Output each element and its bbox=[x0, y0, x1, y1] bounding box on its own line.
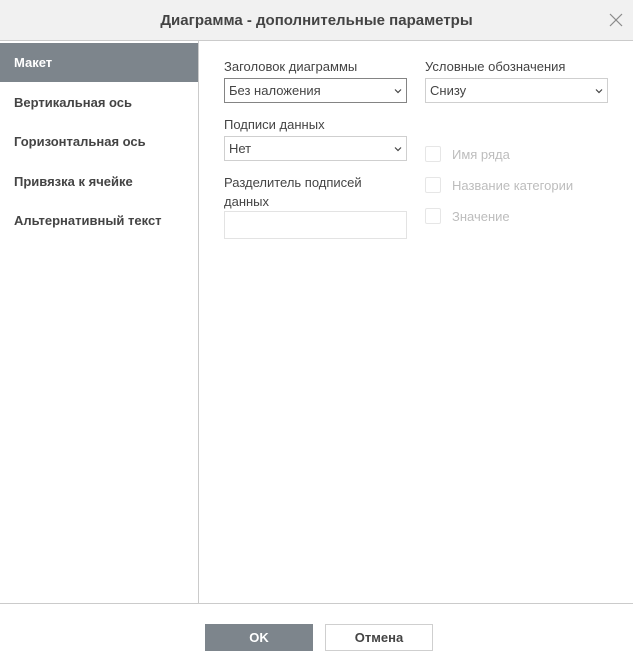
separator-label-line2: данных bbox=[224, 194, 270, 209]
checkbox-box[interactable] bbox=[425, 208, 441, 224]
chevron-down-icon bbox=[394, 89, 402, 94]
data-labels-select[interactable]: Нет bbox=[224, 136, 407, 161]
sidebar-item-alt-text[interactable]: Альтернативный текст bbox=[0, 201, 198, 240]
checkbox-box[interactable] bbox=[425, 146, 441, 162]
data-labels-value: Нет bbox=[229, 141, 252, 156]
chart-title-label: Заголовок диаграммы bbox=[224, 59, 358, 74]
checkbox-category-name-label: Название категории bbox=[452, 178, 574, 193]
dialog-title: Диаграмма - дополнительные параметры bbox=[160, 12, 473, 29]
close-button[interactable] bbox=[606, 11, 626, 31]
chart-title-value: Без наложения bbox=[229, 83, 321, 98]
cancel-button[interactable]: Отмена bbox=[325, 624, 433, 651]
settings-sidebar: Макет Вертикальная ось Горизонтальная ос… bbox=[0, 41, 199, 603]
data-labels-label: Подписи данных bbox=[224, 117, 325, 132]
advanced-settings-dialog: Диаграмма - дополнительные параметры Мак… bbox=[0, 0, 633, 657]
chevron-down-icon bbox=[394, 147, 402, 152]
separator-label-line1: Разделитель подписей bbox=[224, 175, 362, 190]
sidebar-item-layout[interactable]: Макет bbox=[0, 43, 198, 82]
legend-label: Условные обозначения bbox=[425, 59, 566, 74]
sidebar-item-cell-snapping[interactable]: Привязка к ячейке bbox=[0, 162, 198, 201]
chevron-down-icon bbox=[595, 89, 603, 94]
sidebar-item-vertical-axis[interactable]: Вертикальная ось bbox=[0, 83, 198, 122]
checkbox-box[interactable] bbox=[425, 177, 441, 193]
dialog-header: Диаграмма - дополнительные параметры bbox=[0, 0, 633, 41]
dialog-footer: OK Отмена bbox=[0, 603, 633, 657]
legend-select[interactable]: Снизу bbox=[425, 78, 608, 103]
checkbox-series-name-label: Имя ряда bbox=[452, 147, 510, 162]
separator-input[interactable] bbox=[224, 211, 407, 239]
legend-value: Снизу bbox=[430, 83, 467, 98]
ok-button[interactable]: OK bbox=[205, 624, 313, 651]
chart-title-select[interactable]: Без наложения bbox=[224, 78, 407, 103]
close-icon bbox=[609, 13, 623, 27]
checkbox-value-label: Значение bbox=[452, 209, 510, 224]
sidebar-item-horizontal-axis[interactable]: Горизонтальная ось bbox=[0, 122, 198, 161]
